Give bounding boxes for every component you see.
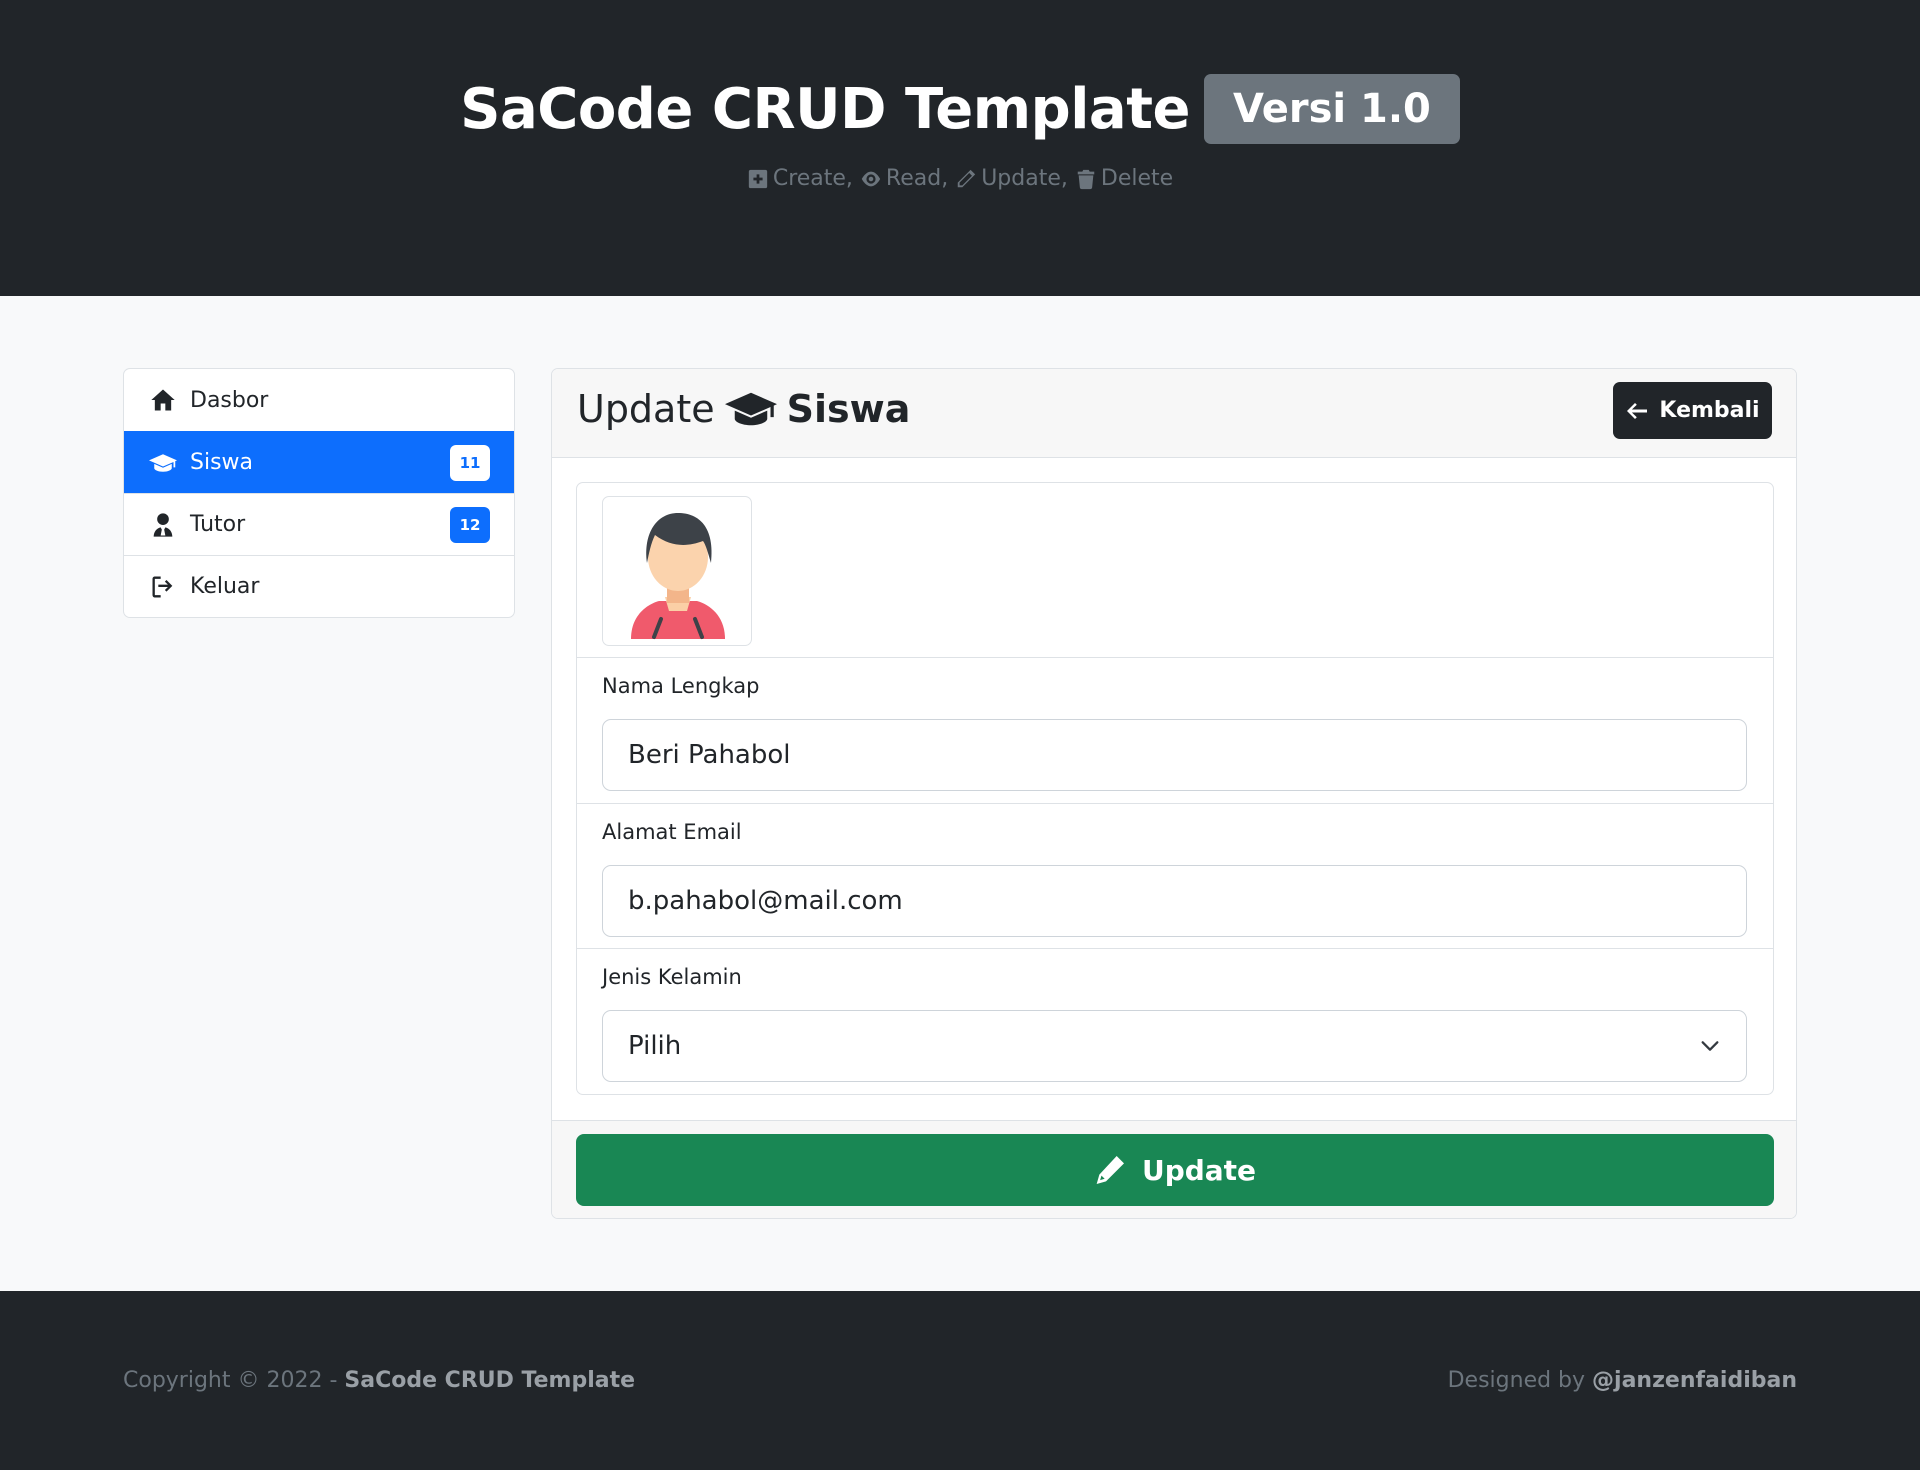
- card-title-entity: Siswa: [786, 387, 911, 431]
- feature-create: Create,: [747, 166, 853, 191]
- back-button[interactable]: Kembali: [1613, 382, 1772, 439]
- designed-by: Designed by @janzenfaidiban: [1448, 1368, 1797, 1393]
- form-list: Nama Lengkap Beri Pahabol Alamat Email b…: [576, 482, 1774, 1095]
- feature-read-label: Read,: [885, 166, 949, 191]
- app-title: SaCode CRUD Template: [460, 76, 1190, 142]
- card-title-action: Update: [577, 387, 715, 431]
- count-badge: 12: [450, 506, 490, 543]
- feature-delete: Delete: [1075, 166, 1173, 191]
- feature-update-label: Update,: [981, 166, 1068, 191]
- feature-update: Update,: [955, 166, 1068, 191]
- student-avatar-icon: [631, 513, 725, 639]
- eye-icon: [861, 171, 881, 186]
- feature-read: Read,: [860, 166, 948, 191]
- version-badge: Versi 1.0: [1203, 74, 1460, 144]
- sidebar-item-dasbor[interactable]: Dasbor: [124, 369, 514, 431]
- name-field-row: Nama Lengkap Beri Pahabol: [577, 657, 1773, 803]
- feature-create-label: Create,: [772, 166, 853, 191]
- sidebar-nav: Dasbor Siswa 11 Tutor 12 Keluar: [123, 368, 515, 618]
- page-header: SaCode CRUD Template Versi 1.0 Create, R…: [0, 0, 1920, 296]
- user-tie-icon: [148, 510, 178, 540]
- email-field[interactable]: b.pahabol@mail.com: [602, 865, 1747, 937]
- designer-link[interactable]: @janzenfaidiban: [1592, 1368, 1797, 1393]
- update-card: Update Siswa Kembali Nama Lengkap Beri P…: [551, 368, 1797, 1219]
- count-badge: 11: [450, 444, 490, 481]
- graduation-cap-icon: [724, 392, 777, 426]
- card-footer: Update: [552, 1120, 1796, 1218]
- gender-select[interactable]: Pilih: [602, 1010, 1747, 1082]
- sidebar-item-keluar[interactable]: Keluar: [124, 555, 514, 617]
- sidebar-item-tutor[interactable]: Tutor 12: [124, 493, 514, 555]
- graduation-cap-icon: [148, 448, 178, 478]
- sign-out-icon: [148, 572, 178, 602]
- copyright: Copyright © 2022 - SaCode CRUD Template: [123, 1368, 635, 1393]
- back-button-label: Kembali: [1659, 398, 1760, 423]
- email-field-row: Alamat Email b.pahabol@mail.com: [577, 803, 1773, 949]
- update-button[interactable]: Update: [576, 1134, 1774, 1206]
- arrow-left-icon: [1627, 402, 1648, 419]
- avatar-row: [577, 483, 1773, 657]
- pencil-icon: [957, 169, 976, 187]
- card-header: Update Siswa Kembali: [552, 369, 1796, 458]
- chevron-down-icon: [1701, 1041, 1719, 1051]
- sidebar-item-label: Siswa: [190, 450, 254, 475]
- sidebar-item-label: Tutor: [190, 512, 246, 537]
- copyright-prefix: Copyright © 2022 -: [123, 1368, 338, 1393]
- name-field-label: Nama Lengkap: [602, 674, 760, 698]
- gender-select-value: Pilih: [628, 1031, 682, 1061]
- page-footer: Copyright © 2022 - SaCode CRUD Template …: [0, 1291, 1920, 1470]
- copyright-brand: SaCode CRUD Template: [344, 1368, 636, 1393]
- title-row: SaCode CRUD Template Versi 1.0: [0, 74, 1920, 144]
- pencil-icon: [1096, 1156, 1124, 1184]
- sidebar-item-label: Dasbor: [190, 387, 269, 413]
- sidebar-item-siswa[interactable]: Siswa 11: [124, 431, 514, 493]
- avatar: [602, 496, 752, 646]
- feature-delete-label: Delete: [1100, 166, 1174, 191]
- designed-prefix: Designed by: [1447, 1368, 1586, 1393]
- update-button-label: Update: [1141, 1153, 1257, 1187]
- email-field-label: Alamat Email: [602, 820, 742, 844]
- sidebar-item-label: Keluar: [190, 574, 260, 599]
- feature-list: Create, Read, Update, Delete: [0, 166, 1920, 191]
- gender-field-label: Jenis Kelamin: [602, 965, 742, 989]
- gender-field-row: Jenis Kelamin Pilih: [577, 948, 1773, 1094]
- name-field[interactable]: Beri Pahabol: [602, 719, 1747, 791]
- card-title: Update Siswa: [577, 387, 910, 431]
- plus-square-icon: [748, 169, 767, 188]
- trash-icon: [1077, 169, 1095, 189]
- home-icon: [148, 385, 178, 415]
